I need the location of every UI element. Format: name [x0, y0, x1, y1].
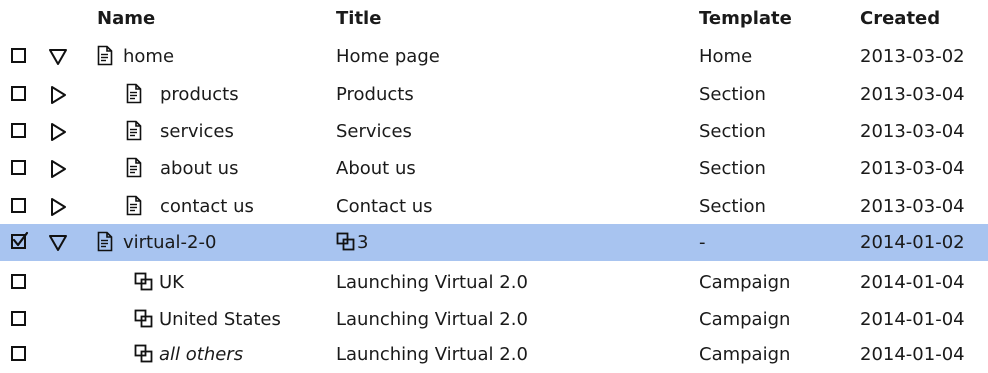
row-title: Home page [336, 46, 440, 67]
row-name[interactable]: home [123, 46, 174, 67]
row-template: - [699, 232, 706, 253]
column-header-template[interactable]: Template [699, 8, 792, 29]
triangle-right-icon[interactable] [49, 123, 67, 141]
row-created: 2014-01-04 [860, 309, 965, 330]
triangle-right-icon[interactable] [49, 160, 67, 178]
row-checkbox-checked[interactable] [11, 231, 29, 249]
row-checkbox[interactable] [11, 274, 26, 289]
row-name[interactable]: services [160, 121, 234, 142]
row-template: Section [699, 121, 766, 142]
row-checkbox[interactable] [11, 346, 26, 361]
row-name[interactable]: contact us [160, 196, 254, 217]
row-created: 2013-03-04 [860, 121, 965, 142]
document-icon [126, 83, 142, 104]
document-icon [126, 157, 142, 178]
row-checkbox[interactable] [11, 311, 26, 326]
row-template: Campaign [699, 344, 791, 365]
row-title: Launching Virtual 2.0 [336, 309, 528, 330]
table-row[interactable]: United States Launching Virtual 2.0 Camp… [0, 301, 988, 338]
row-created: 2014-01-02 [860, 232, 965, 253]
row-name[interactable]: all others [159, 344, 243, 365]
row-template: Section [699, 158, 766, 179]
row-checkbox[interactable] [11, 198, 26, 213]
row-checkbox[interactable] [11, 86, 26, 101]
column-header-title[interactable]: Title [336, 8, 381, 29]
row-title: Contact us [336, 196, 433, 217]
linked-copies-icon [134, 309, 153, 328]
row-checkbox[interactable] [11, 123, 26, 138]
row-checkbox[interactable] [11, 48, 26, 63]
row-created: 2013-03-02 [860, 46, 965, 67]
variant-count: 3 [357, 232, 369, 253]
row-name[interactable]: about us [160, 158, 238, 179]
linked-copies-icon [134, 344, 153, 363]
linked-copies-icon [336, 232, 355, 251]
row-title: Launching Virtual 2.0 [336, 344, 528, 365]
document-icon [97, 231, 113, 252]
triangle-right-icon[interactable] [49, 86, 67, 104]
table-row[interactable]: products Products Section 2013-03-04 [0, 76, 988, 113]
table-row-selected[interactable]: virtual-2-0 3 - 2014-01-02 [0, 224, 988, 261]
triangle-down-icon[interactable] [49, 234, 67, 252]
row-template: Home [699, 46, 753, 67]
checkmark-icon [12, 231, 29, 247]
document-icon [97, 45, 113, 66]
row-template: Section [699, 84, 766, 105]
row-created: 2013-03-04 [860, 196, 965, 217]
row-title: Launching Virtual 2.0 [336, 272, 528, 293]
table-row[interactable]: contact us Contact us Section 2013-03-04 [0, 188, 988, 225]
column-header-created[interactable]: Created [860, 8, 940, 29]
document-icon [126, 120, 142, 141]
row-created: 2013-03-04 [860, 158, 965, 179]
table-row[interactable]: UK Launching Virtual 2.0 Campaign 2014-0… [0, 264, 988, 301]
row-created: 2013-03-04 [860, 84, 965, 105]
table-row[interactable]: about us About us Section 2013-03-04 [0, 150, 988, 187]
row-name[interactable]: UK [159, 272, 184, 293]
linked-copies-icon [134, 272, 153, 291]
row-template: Section [699, 196, 766, 217]
row-checkbox[interactable] [11, 160, 26, 175]
table-row[interactable]: home Home page Home 2013-03-02 [0, 38, 988, 75]
document-icon [126, 195, 142, 216]
column-header-row: Name Title Template Created [0, 0, 988, 38]
triangle-right-icon[interactable] [49, 198, 67, 216]
row-title: Products [336, 84, 414, 105]
row-template: Campaign [699, 309, 791, 330]
row-title: Services [336, 121, 412, 142]
column-header-name[interactable]: Name [97, 8, 155, 29]
row-title: About us [336, 158, 416, 179]
row-created: 2014-01-04 [860, 344, 965, 365]
row-created: 2014-01-04 [860, 272, 965, 293]
row-name[interactable]: products [160, 84, 239, 105]
row-name[interactable]: United States [159, 309, 281, 330]
row-name[interactable]: virtual-2-0 [123, 232, 216, 253]
table-row[interactable]: services Services Section 2013-03-04 [0, 113, 988, 150]
table-row[interactable]: all others Launching Virtual 2.0 Campaig… [0, 336, 988, 373]
row-template: Campaign [699, 272, 791, 293]
triangle-down-icon[interactable] [49, 48, 67, 66]
